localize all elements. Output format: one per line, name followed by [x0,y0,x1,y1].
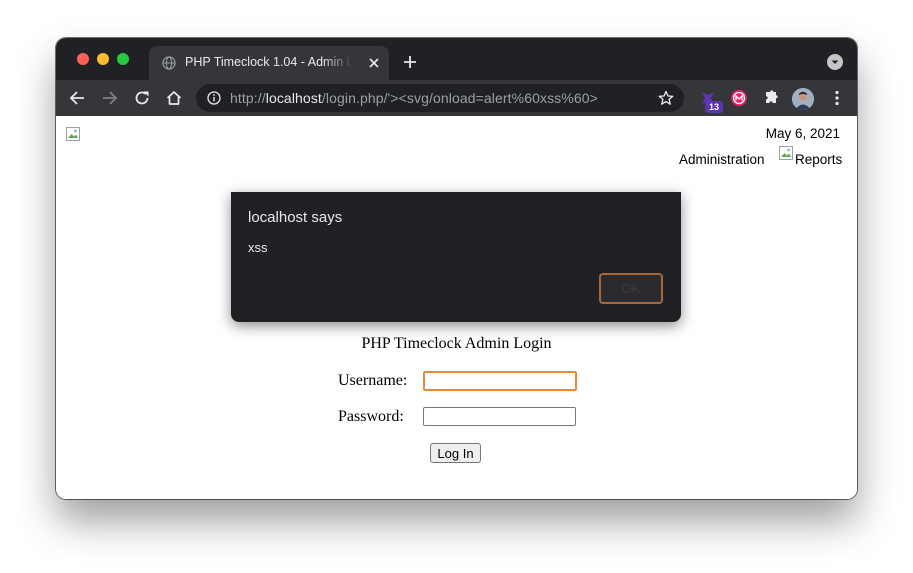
close-window-button[interactable] [77,53,89,65]
browser-window: PHP Timeclock 1.04 - Admin Login [56,38,857,499]
new-tab-icon[interactable] [402,54,418,70]
profile-avatar-icon [792,88,814,110]
dialog-title: localhost says [248,209,343,226]
password-label: Password: [338,408,404,425]
broken-image-icon [66,127,80,141]
extension-m-icon[interactable] [729,88,749,108]
page-date: May 6, 2021 [765,126,840,141]
site-info-icon[interactable] [207,91,221,105]
globe-icon [162,56,176,70]
tab-active[interactable]: PHP Timeclock 1.04 - Admin Login [149,46,389,80]
browser-toolbar: http://localhost/login.php/'><svg/onload… [56,80,857,116]
avatar[interactable] [792,88,814,110]
minimize-window-button[interactable] [97,53,109,65]
forward-icon[interactable] [101,89,119,107]
username-input[interactable] [423,371,577,391]
close-tab-icon[interactable] [367,56,381,70]
dialog-ok-button[interactable]: OK [599,273,663,304]
nav-reports-alt-text: Reports [795,152,843,167]
extension-badge: 13 [705,101,723,113]
login-title: PHP Timeclock Admin Login [361,335,552,352]
url-scheme: http:// [230,90,266,106]
star-icon[interactable] [658,90,674,106]
alert-dialog: localhost says xss OK [231,192,681,322]
login-button[interactable]: Log In [430,443,481,463]
page-content: May 6, 2021 Administration Reports PHP T… [56,116,857,499]
tab-title: PHP Timeclock 1.04 - Admin Login [185,55,353,69]
menu-icon[interactable] [828,89,846,107]
back-icon[interactable] [68,89,86,107]
reload-icon[interactable] [133,89,151,107]
url-text[interactable]: http://localhost/login.php/'><svg/onload… [230,90,598,106]
url-host: localhost [265,90,322,106]
nav-administration-link[interactable]: Administration [679,152,765,167]
tab-search-button[interactable] [827,54,843,70]
url-path: /login.php/'><svg/onload=alert%60xss%60> [321,90,598,106]
username-label: Username: [338,372,408,389]
chevron-down-icon [831,60,839,64]
extensions-icon[interactable] [761,88,781,108]
broken-image-icon [779,146,793,160]
tab-strip: PHP Timeclock 1.04 - Admin Login [56,38,857,80]
maximize-window-button[interactable] [117,53,129,65]
address-bar[interactable]: http://localhost/login.php/'><svg/onload… [196,84,684,112]
password-input[interactable] [423,407,576,426]
home-icon[interactable] [165,89,183,107]
dialog-message: xss [248,240,268,255]
